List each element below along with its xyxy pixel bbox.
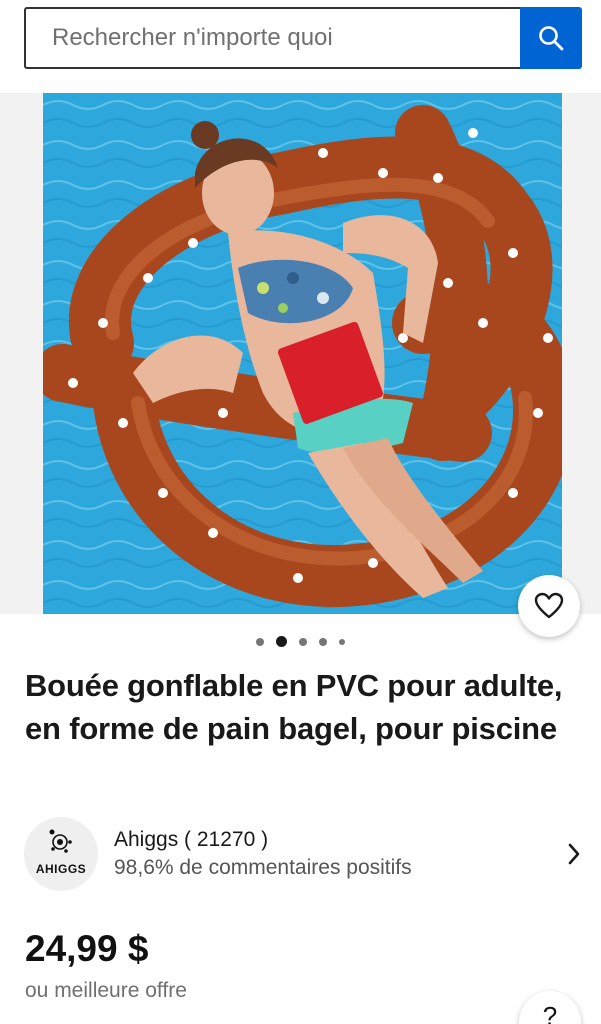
carousel-dot-active[interactable] <box>276 636 287 647</box>
image-carousel-indicator <box>0 636 601 647</box>
carousel-dot[interactable] <box>299 637 307 646</box>
search-bar <box>24 7 582 69</box>
product-image-gallery[interactable] <box>0 93 601 614</box>
seller-logo-text: AHIGGS <box>35 862 87 876</box>
carousel-dot[interactable] <box>339 638 345 645</box>
help-button[interactable]: ? <box>519 991 581 1024</box>
seller-details: Ahiggs ( 21270 ) 98,6% de commentaires p… <box>114 826 564 882</box>
chevron-right-icon <box>564 842 584 866</box>
seller-logo-icon <box>49 829 72 853</box>
seller-info-row[interactable]: AHIGGS Ahiggs ( 21270 ) 98,6% de comment… <box>24 816 584 892</box>
search-button[interactable] <box>520 7 582 69</box>
heart-icon <box>534 592 564 619</box>
search-input[interactable] <box>24 7 520 69</box>
carousel-dot[interactable] <box>256 637 264 646</box>
product-image[interactable] <box>43 93 562 614</box>
add-to-watchlist-button[interactable] <box>518 575 580 637</box>
product-price: 24,99 $ <box>25 928 149 969</box>
search-icon <box>539 26 564 51</box>
product-title: Bouée gonflable en PVC pour adulte, en f… <box>25 668 563 746</box>
seller-avatar: AHIGGS <box>24 817 98 891</box>
seller-feedback: 98,6% de commentaires positifs <box>114 856 412 879</box>
help-icon: ? <box>542 1001 558 1024</box>
seller-name: Ahiggs ( 21270 ) <box>114 828 269 851</box>
carousel-dot[interactable] <box>319 637 327 646</box>
best-offer-label: ou meilleure offre <box>25 979 187 1002</box>
